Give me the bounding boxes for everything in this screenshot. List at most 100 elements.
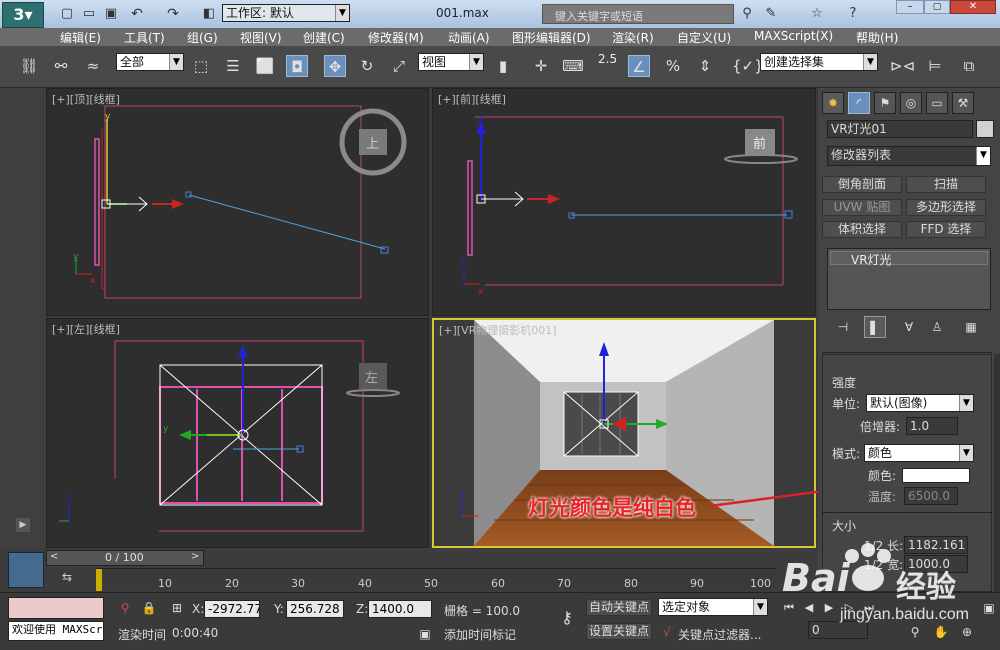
redo-icon[interactable]: ↷ [162, 3, 184, 25]
z-coordinate-field[interactable]: 1400.0 [368, 600, 432, 618]
modifier-stack[interactable]: VR灯光 [827, 248, 991, 310]
menu-customize[interactable]: 自定义(U) [677, 29, 731, 46]
maxscript-listener-pink[interactable] [8, 597, 104, 619]
key-filters[interactable]: 关键点过滤器... [678, 626, 761, 643]
stack-item[interactable]: VR灯光 [830, 251, 988, 267]
percent-snap-icon[interactable]: % [662, 55, 684, 77]
multiplier-field[interactable]: 1.0 [906, 417, 958, 435]
y-coordinate-field[interactable]: 256.728 [286, 600, 344, 618]
object-name-field[interactable]: VR灯光01 [827, 120, 973, 138]
selection-filter-dropdown[interactable]: 全部 ▼ [116, 53, 184, 71]
maximize-viewport-icon[interactable]: ▣ [978, 597, 1000, 619]
ffd-select-button[interactable]: FFD 选择 [906, 221, 986, 238]
search-box[interactable]: 键入关键字或短语 [542, 4, 734, 24]
menu-edit[interactable]: 编辑(E) [60, 29, 101, 46]
menu-animation[interactable]: 动画(A) [448, 29, 490, 46]
x-coordinate-field[interactable]: -2972.779 [204, 600, 260, 618]
create-tab-icon[interactable]: ✸ [822, 92, 844, 114]
new-file-icon[interactable]: ▢ [56, 3, 78, 25]
named-selection-dropdown[interactable]: 创建选择集 ▼ [760, 53, 878, 71]
pin-icon[interactable]: ⚲ [114, 597, 136, 619]
next-frame-icon[interactable]: ▷ [838, 597, 860, 619]
play-arrow-icon[interactable]: ▶ [16, 518, 30, 532]
menu-maxscript[interactable]: MAXScript(X) [754, 29, 833, 43]
display-tab-icon[interactable]: ▭ [926, 92, 948, 114]
key-mode-dropdown[interactable]: 选定对象 ▼ [658, 598, 768, 616]
track-bar-icon[interactable]: ⇆ [56, 570, 78, 588]
make-unique-icon[interactable]: ∀ [898, 316, 920, 338]
pan-icon[interactable]: ✋ [930, 621, 952, 643]
bevel-profile-button[interactable]: 倒角剖面 [822, 176, 902, 193]
minimize-button[interactable]: – [896, 0, 924, 14]
menu-tools[interactable]: 工具(T) [124, 29, 165, 46]
show-end-result-icon[interactable]: ▌ [864, 316, 886, 338]
viewport-layout-icon[interactable] [8, 552, 44, 588]
orbit-icon[interactable]: ⊕ [956, 621, 978, 643]
workspace-dropdown[interactable]: 工作区: 默认 ▼ [222, 4, 350, 22]
menu-group[interactable]: 组(G) [187, 29, 218, 46]
mode-dropdown[interactable]: 颜色 ▼ [864, 444, 974, 462]
help-icon[interactable]: ? [842, 3, 864, 25]
star-icon[interactable]: ☆ [806, 3, 828, 25]
close-button[interactable]: ✕ [950, 0, 996, 14]
half-length-field[interactable]: 1182.161 [904, 536, 968, 554]
spinner-snap-icon[interactable]: ⇕ [694, 55, 716, 77]
key-icon[interactable]: ⚷ [556, 607, 578, 629]
maxscript-listener-white[interactable]: 欢迎使用 MAXScr [8, 621, 104, 641]
mirror-icon[interactable]: ⊳⊲ [890, 55, 915, 77]
time-slider[interactable]: < 0 / 100 > [46, 550, 204, 566]
menu-views[interactable]: 视图(V) [240, 29, 282, 46]
menu-help[interactable]: 帮助(H) [856, 29, 898, 46]
goto-start-icon[interactable]: ⏮ [778, 597, 800, 619]
temperature-field[interactable]: 6500.0 [904, 487, 958, 505]
unlink-icon[interactable]: ⚯ [50, 55, 72, 77]
motion-tab-icon[interactable]: ◎ [900, 92, 922, 114]
select-object-icon[interactable]: ⬚ [190, 55, 212, 77]
open-file-icon[interactable]: ▭ [78, 3, 100, 25]
current-frame-field[interactable]: 0 [808, 621, 868, 639]
play-icon[interactable]: ▶ [818, 597, 840, 619]
zoom-icon[interactable]: ⚲ [904, 621, 926, 643]
key-filter-icon[interactable]: √ [656, 621, 678, 643]
undo-icon[interactable]: ↶ [126, 3, 148, 25]
snap-toggle-value[interactable]: 2.5 [598, 52, 617, 66]
viewport-camera-label[interactable]: [+][VR物理摄影机001] [439, 322, 557, 338]
lock-selection-icon[interactable]: 🔒 [138, 597, 160, 619]
object-color-swatch[interactable] [976, 120, 994, 138]
reference-coord-dropdown[interactable]: 视图 ▼ [418, 53, 484, 71]
sweep-button[interactable]: 扫描 [906, 176, 986, 193]
prev-frame-icon[interactable]: ◀ [798, 597, 820, 619]
viewcube-left[interactable]: 左 [365, 367, 378, 386]
app-logo-icon[interactable]: 3▾ [2, 2, 44, 28]
add-time-tag[interactable]: 添加时间标记 [444, 626, 516, 643]
keyboard-shortcut-icon[interactable]: ⌨ [562, 55, 584, 77]
menu-graph-editors[interactable]: 图形编辑器(D) [512, 29, 591, 46]
move-icon[interactable]: ✥ [324, 55, 346, 77]
configure-sets-icon[interactable]: ▦ [960, 316, 982, 338]
select-manipulate-icon[interactable]: ✛ [530, 55, 552, 77]
absolute-mode-icon[interactable]: ⊞ [166, 597, 188, 619]
rect-selection-icon[interactable]: ⬜ [254, 55, 276, 77]
select-by-name-icon[interactable]: ☰ [222, 55, 244, 77]
menu-create[interactable]: 创建(C) [303, 29, 345, 46]
pin-stack-icon[interactable]: ⊣ [832, 316, 854, 338]
set-key-button[interactable]: 设置关键点 [586, 623, 652, 640]
utilities-tab-icon[interactable]: ⚒ [952, 92, 974, 114]
layer-manager-icon[interactable]: ⧉ [958, 55, 980, 77]
window-crossing-icon[interactable]: ◘ [286, 55, 308, 77]
track-bar[interactable]: 10 20 30 40 50 60 70 80 90 100 [96, 568, 776, 591]
save-icon[interactable]: ▣ [100, 3, 122, 25]
volume-select-button[interactable]: 体积选择 [822, 221, 902, 238]
modifier-list-dropdown[interactable]: 修改器列表 ▼ [827, 146, 991, 166]
viewport-left[interactable]: [+][左][线框] z y 左 [46, 318, 429, 548]
goto-end-icon[interactable]: ⏭ [858, 597, 880, 619]
unit-dropdown[interactable]: 默认(图像) ▼ [866, 394, 974, 412]
maximize-button[interactable]: ▢ [924, 0, 950, 14]
menu-rendering[interactable]: 渲染(R) [612, 29, 654, 46]
viewport-top[interactable]: [+][顶][线框] y x y 上 [46, 88, 429, 316]
bind-spacewarp-icon[interactable]: ≈ [82, 55, 104, 77]
viewport-front[interactable]: [+][前][线框] z x z 前 [432, 88, 816, 316]
color-swatch[interactable] [902, 468, 970, 483]
project-folder-icon[interactable]: ◧ [198, 3, 220, 25]
half-width-field[interactable]: 1000.0 [904, 555, 968, 573]
